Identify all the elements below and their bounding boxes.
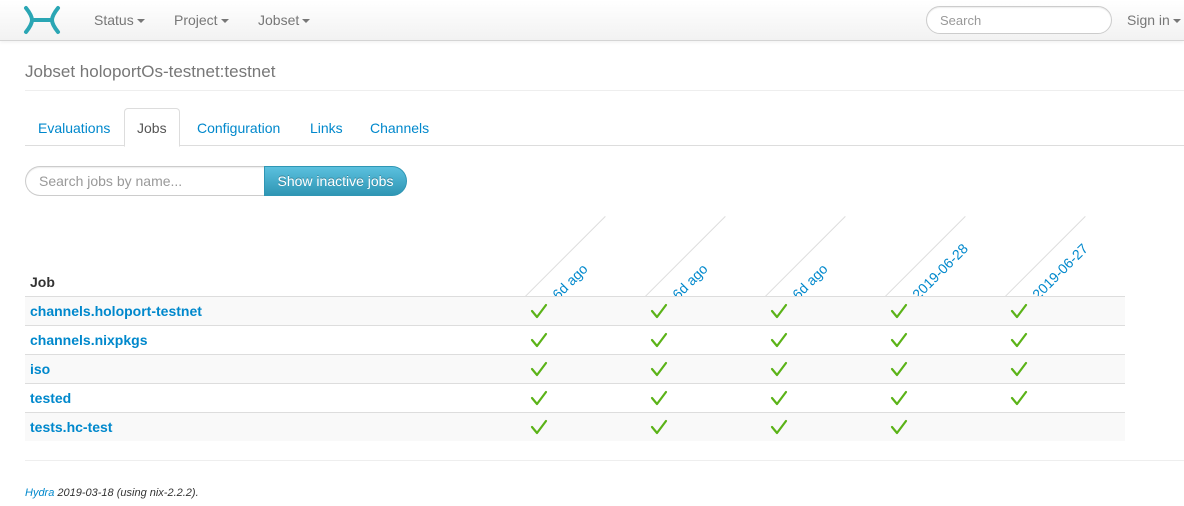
succeeded-check-icon[interactable] [530, 361, 548, 377]
succeeded-check-icon[interactable] [530, 390, 548, 406]
succeeded-check-icon[interactable] [770, 332, 788, 348]
jobset-menu-label: Jobset [258, 12, 300, 28]
succeeded-check-icon[interactable] [530, 419, 548, 435]
footer: Hydra 2019-03-18 (using nix-2.2.2). [25, 487, 199, 499]
caret-down-icon [302, 19, 311, 24]
job-link[interactable]: tested [30, 390, 71, 406]
status-menu-label: Status [94, 12, 134, 28]
succeeded-check-icon[interactable] [530, 303, 548, 319]
sign-in-menu[interactable]: Sign in [1127, 0, 1181, 40]
divider [25, 460, 1184, 461]
show-inactive-jobs-button[interactable]: Show inactive jobs [264, 166, 407, 196]
page-title: Jobset holoportOs-testnet:testnet [25, 62, 276, 81]
succeeded-check-icon[interactable] [650, 303, 668, 319]
succeeded-check-icon[interactable] [770, 361, 788, 377]
sign-in-label: Sign in [1127, 12, 1170, 28]
succeeded-check-icon[interactable] [890, 361, 908, 377]
table-row: channels.holoport-testnet [25, 296, 1125, 325]
tab-jobs[interactable]: Jobs [124, 108, 180, 147]
divider [25, 90, 1184, 91]
succeeded-check-icon[interactable] [1010, 332, 1028, 348]
job-link[interactable]: channels.holoport-testnet [30, 303, 202, 319]
succeeded-check-icon[interactable] [890, 390, 908, 406]
tab-channels[interactable]: Channels [357, 108, 442, 146]
succeeded-check-icon[interactable] [650, 390, 668, 406]
succeeded-check-icon[interactable] [890, 332, 908, 348]
search-input[interactable] [926, 6, 1112, 34]
succeeded-check-icon[interactable] [650, 419, 668, 435]
job-link[interactable]: iso [30, 361, 50, 377]
hydra-link[interactable]: Hydra [25, 487, 54, 499]
succeeded-check-icon[interactable] [1010, 390, 1028, 406]
table-row: channels.nixpkgs [25, 325, 1125, 354]
succeeded-check-icon[interactable] [1010, 303, 1028, 319]
status-menu[interactable]: Status [94, 0, 145, 40]
hydra-logo-icon[interactable] [22, 5, 62, 35]
jobset-menu[interactable]: Jobset [258, 0, 311, 40]
table-row: iso [25, 354, 1125, 383]
job-link[interactable]: channels.nixpkgs [30, 332, 147, 348]
jobset-tabs: Evaluations Jobs Configuration Links Cha… [25, 108, 1184, 147]
job-column-header: Job [30, 274, 55, 290]
job-link[interactable]: tests.hc-test [30, 419, 112, 435]
evaluation-column-link[interactable]: 2019-06-27 [1029, 240, 1091, 302]
succeeded-check-icon[interactable] [1010, 361, 1028, 377]
caret-down-icon [1172, 19, 1181, 24]
succeeded-check-icon[interactable] [770, 419, 788, 435]
evaluation-column-link[interactable]: 2019-06-28 [909, 240, 971, 302]
succeeded-check-icon[interactable] [890, 303, 908, 319]
top-navbar: Status Project Jobset Sign in [0, 0, 1184, 41]
table-row: tests.hc-test [25, 412, 1125, 441]
tab-links[interactable]: Links [297, 108, 356, 146]
succeeded-check-icon[interactable] [650, 361, 668, 377]
project-menu-label: Project [174, 12, 218, 28]
tab-evaluations[interactable]: Evaluations [25, 108, 123, 146]
succeeded-check-icon[interactable] [650, 332, 668, 348]
succeeded-check-icon[interactable] [770, 390, 788, 406]
succeeded-check-icon[interactable] [770, 303, 788, 319]
succeeded-check-icon[interactable] [530, 332, 548, 348]
tab-configuration[interactable]: Configuration [184, 108, 293, 146]
footer-text: 2019-03-18 (using nix-2.2.2). [54, 487, 199, 499]
table-row: tested [25, 383, 1125, 412]
caret-down-icon [136, 19, 145, 24]
caret-down-icon [220, 19, 229, 24]
project-menu[interactable]: Project [174, 0, 229, 40]
job-search-input[interactable] [25, 166, 265, 196]
succeeded-check-icon[interactable] [890, 419, 908, 435]
